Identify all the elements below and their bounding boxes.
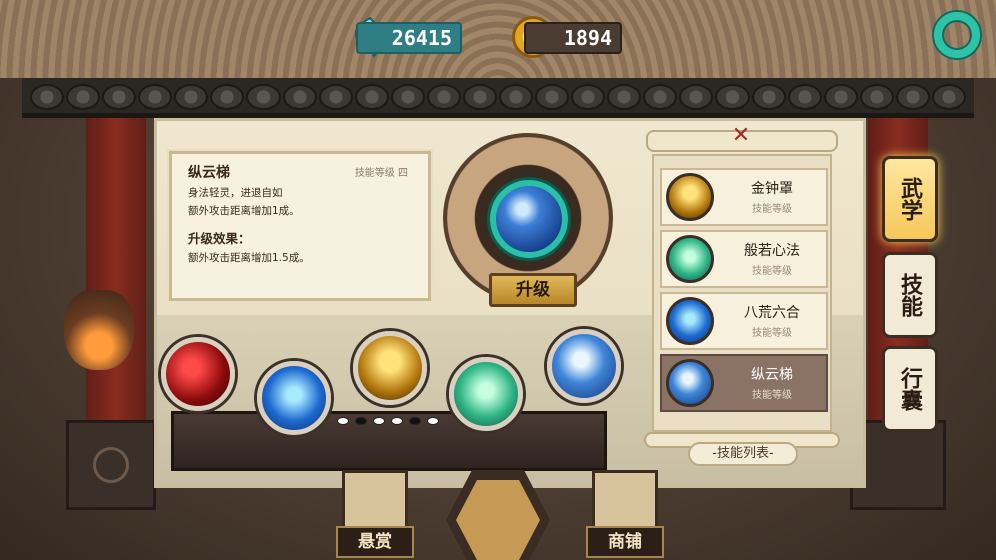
red-blade-skill-icon[interactable]: [161, 337, 235, 411]
roof-tile: [535, 84, 570, 110]
coin-amount: 1894: [524, 22, 622, 54]
merchant-icon: [592, 470, 658, 530]
roof-tile: [30, 84, 65, 110]
seal-icon: [93, 447, 129, 483]
roof-tile: [390, 84, 425, 110]
roof-tile: [102, 84, 137, 110]
skill-list-name: 般若心法: [744, 243, 800, 259]
skill-list-level: 技能等级: [752, 204, 792, 215]
roof-tile: [787, 84, 822, 110]
tab-bag[interactable]: 行囊: [882, 346, 938, 432]
roof-tiles: [22, 78, 974, 118]
skill-list-name: 八荒六合: [744, 305, 800, 321]
roof-tile: [571, 84, 606, 110]
go-stone: [427, 417, 439, 425]
go-stone: [337, 417, 349, 425]
roof-tile: [138, 84, 173, 110]
upgrade-effect-title: 升级效果：: [188, 231, 251, 246]
go-stone: [373, 417, 385, 425]
roof-tile: [246, 84, 281, 110]
roof-tile: [643, 84, 678, 110]
roof-tile: [751, 84, 786, 110]
roof-tile: [282, 84, 317, 110]
whirlwind-icon: [666, 359, 714, 407]
skill-list-item[interactable]: 八荒六合 技能等级: [660, 292, 828, 350]
roof-tile: [679, 84, 714, 110]
teapot-lantern-icon: [64, 290, 134, 370]
roof-tile: [931, 84, 967, 110]
roof-tile: [354, 84, 389, 110]
meditation-skill-icon[interactable]: [257, 361, 331, 435]
skill-list-item-selected[interactable]: 纵云梯 技能等级: [660, 354, 828, 412]
roof-tile: [895, 84, 930, 110]
tab-skills[interactable]: 技能: [882, 252, 938, 338]
jade-amount: 26415: [356, 22, 462, 54]
roof-tile: [318, 84, 353, 110]
shop-button[interactable]: 商铺: [586, 470, 664, 560]
skill-list-level: 技能等级: [752, 390, 792, 401]
roof-tile: [210, 84, 245, 110]
go-stone: [391, 417, 403, 425]
go-stones: [337, 417, 439, 425]
whirlwind-skill-icon[interactable]: [547, 329, 621, 403]
roof-tile: [66, 84, 101, 110]
skill-info-card: 纵云梯 技能等级 四 身法轻灵，进退自如 额外攻击距离增加1成。 升级效果： 额…: [167, 149, 433, 303]
left-pillar: [86, 118, 146, 448]
go-stone: [355, 417, 367, 425]
golden-bell-icon: [666, 173, 714, 221]
skill-list-level: 技能等级: [752, 266, 792, 277]
jade-ring-menu-button[interactable]: [934, 12, 980, 58]
go-stone: [409, 417, 421, 425]
knot-icon: ✕: [731, 123, 751, 148]
meditation-icon: [666, 297, 714, 345]
shop-label: 商铺: [586, 526, 664, 558]
roof-tile: [715, 84, 750, 110]
roof-tile: [426, 84, 461, 110]
skill-list-name: 纵云梯: [751, 367, 793, 383]
top-bar: [0, 0, 996, 78]
roof-tile: [823, 84, 858, 110]
green-hand-skill-icon[interactable]: [449, 357, 523, 431]
roof-tile: [174, 84, 209, 110]
skill-list-name: 金钟罩: [751, 181, 793, 197]
green-hand-icon: [666, 235, 714, 283]
skill-effect-current: 额外攻击距离增加1成。: [188, 205, 300, 217]
tab-martial-arts[interactable]: 武学: [882, 156, 938, 242]
skill-list: 金钟罩 技能等级 般若心法 技能等级 八荒六合 技能等级 纵云梯 技能等级: [652, 154, 832, 432]
skill-list-item[interactable]: 般若心法 技能等级: [660, 230, 828, 288]
upgrade-button[interactable]: 升级: [489, 273, 577, 307]
bounty-label: 悬赏: [336, 526, 414, 558]
skill-level: 技能等级 四: [354, 168, 408, 179]
roof-tile: [607, 84, 642, 110]
left-pedestal: [66, 420, 156, 510]
skill-list-level: 技能等级: [752, 328, 792, 339]
roof-tile: [499, 84, 534, 110]
skill-list-item[interactable]: 金钟罩 技能等级: [660, 168, 828, 226]
roof-tile: [859, 84, 894, 110]
golden-bell-skill-icon[interactable]: [353, 331, 427, 405]
bounty-scroll-icon: [342, 470, 408, 530]
bounty-button[interactable]: 悬赏: [336, 470, 414, 560]
whirlwind-icon: [490, 180, 568, 258]
skill-list-label: -技能列表-: [688, 442, 798, 466]
skill-effect-next: 额外攻击距离增加1.5成。: [188, 252, 310, 264]
game-screen: { "currency": { "jade": "26415", "coins"…: [0, 0, 996, 560]
roof-tile: [462, 84, 498, 110]
skill-description: 身法轻灵，进退自如: [188, 187, 283, 199]
